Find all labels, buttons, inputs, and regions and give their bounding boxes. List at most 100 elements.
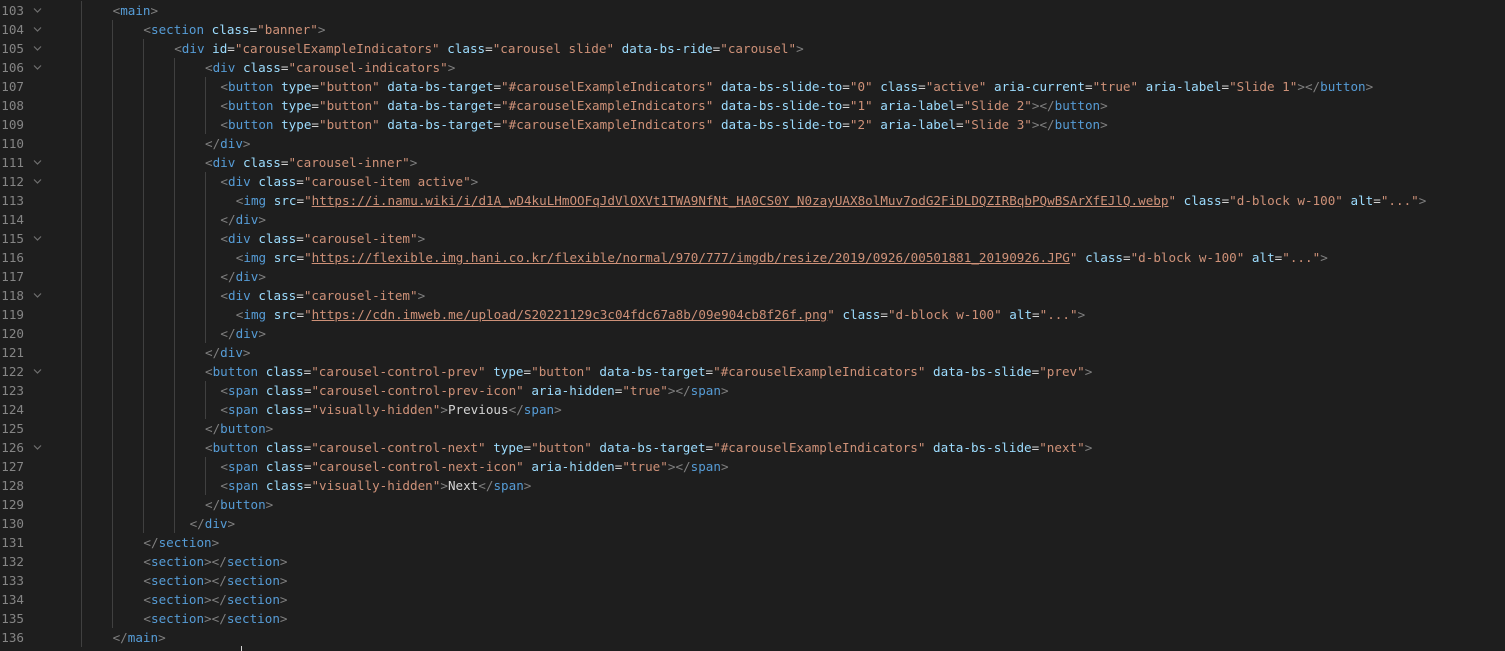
code-text[interactable]: <section></section> [143,571,287,590]
fold-chevron-down-icon[interactable] [33,367,42,375]
code-text[interactable]: </div> [220,210,266,229]
code-text[interactable]: <button class = "carousel-control-prev" ty… [205,362,1092,381]
code-text[interactable]: <img src="https://i.namu.wiki/i/d1A_wD4k… [236,191,1427,210]
code-text[interactable]: <img src="https://flexible.img.hani.co.k… [236,248,1328,267]
code-token: > [227,516,236,531]
code-text[interactable]: <div id="carouselExampleIndicators" clas… [174,39,803,58]
code-line[interactable]: 115 <div class="carousel-item"> [0,229,1505,248]
code-line[interactable]: 125 </button> [0,419,1505,438]
code-token: data-bs-target [599,364,706,379]
code-token: class [258,288,297,303]
code-text[interactable]: </section> [143,533,219,552]
code-text[interactable]: </div> [205,134,251,153]
fold-chevron-down-icon[interactable] [33,158,42,166]
code-line[interactable]: 134 <section></section> [0,590,1505,609]
code-text[interactable]: </button> [205,495,273,514]
code-line[interactable]: 126 <button class = "carousel-control-next"… [0,438,1505,457]
fold-chevron-down-icon[interactable] [33,177,42,185]
fold-chevron-down-icon[interactable] [33,44,42,52]
code-line[interactable]: 120 </div> [0,324,1505,343]
code-line[interactable]: 130 </div> [0,514,1505,533]
code-token: div [212,60,236,75]
code-text[interactable]: <section></section> [143,590,287,609]
code-line[interactable]: 119 <img src="https://cdn.imweb.me/upload… [0,305,1505,324]
code-line[interactable]: 111 <div class="carousel-inner"> [0,153,1505,172]
code-line[interactable]: 114 </div> [0,210,1505,229]
code-text[interactable]: <div class="carousel-inner"> [205,153,417,172]
code-line[interactable]: 104 <section class="banner"> [0,20,1505,39]
code-text[interactable]: <section></section> [143,609,287,628]
code-line[interactable]: 110 </div> [0,134,1505,153]
code-token: "carousel-control-prev" [311,364,486,379]
code-token: button [227,79,274,94]
code-line[interactable]: 129 </button> [0,495,1505,514]
code-line[interactable]: 136 </main> [0,628,1505,647]
code-text[interactable]: <span class="carousel-control-next-icon"… [220,457,728,476]
code-token: "button" [319,117,380,132]
fold-chevron-down-icon[interactable] [33,291,42,299]
code-line[interactable]: 132 <section></section> [0,552,1505,571]
line-number: 109 [1,117,24,132]
fold-chevron-down-icon[interactable] [33,6,42,14]
code-text[interactable]: <section></section> [143,552,287,571]
code-text[interactable]: </div> [190,514,236,533]
line-number: 111 [1,155,24,170]
code-text[interactable]: <span class="visually-hidden">Next</span… [220,476,531,495]
code-line[interactable]: 118 <div class="carousel-item"> [0,286,1505,305]
fold-chevron-down-icon[interactable] [33,443,42,451]
fold-chevron-down-icon[interactable] [33,63,42,71]
code-text[interactable]: </div> [220,267,266,286]
line-number: 104 [1,22,24,37]
code-line[interactable]: 128 <span class="visually-hidden">Next</s… [0,476,1505,495]
code-token: = [842,79,850,94]
code-line[interactable]: 124 <span class="visually-hidden">Previou… [0,400,1505,419]
code-text[interactable]: <span class="carousel-control-prev-icon"… [220,381,728,400]
code-text[interactable]: <div class="carousel-item"> [220,229,425,248]
code-token: span [690,459,721,474]
code-line[interactable]: 113 <img src="https://i.namu.wiki/i/d1A_w… [0,191,1505,210]
code-token: "carousel" [720,41,797,56]
line-number: 127 [1,459,24,474]
code-text[interactable]: </main> [113,628,166,647]
code-text[interactable]: <button type="button" data-bs-target="#c… [220,115,1107,134]
code-token: src [273,250,297,265]
code-line[interactable]: 106 <div class="carousel-indicators"> [0,58,1505,77]
code-text[interactable]: <section class="banner"> [143,20,325,39]
code-line[interactable]: 103 <main> [0,1,1505,20]
code-text[interactable]: <img src="https://cdn.imweb.me/upload/S2… [236,305,1085,324]
code-line[interactable]: 116 <img src="https://flexible.img.hani.c… [0,248,1505,267]
code-token: img [243,250,267,265]
code-token: button [220,421,266,436]
code-token: > [279,611,288,626]
line-number: 130 [1,516,24,531]
code-text[interactable]: </div> [220,324,266,343]
code-line[interactable]: 121 </div> [0,343,1505,362]
code-text[interactable]: <div class="carousel-indicators"> [205,58,455,77]
code-line[interactable]: 123 <span class="carousel-control-prev-ic… [0,381,1505,400]
code-text[interactable]: <span class="visually-hidden">Previous</… [220,400,561,419]
code-line[interactable]: 107 <button type="button" data-bs-target=… [0,77,1505,96]
code-line[interactable]: 112 <div class="carousel-item active"> [0,172,1505,191]
code-line[interactable]: 108 <button type="button" data-bs-target=… [0,96,1505,115]
fold-chevron-down-icon[interactable] [33,234,42,242]
code-line[interactable]: 117 </div> [0,267,1505,286]
code-text[interactable]: <main> [113,1,159,20]
code-text[interactable]: <button class = "carousel-control-next" ty… [205,438,1092,457]
code-token: "carousel-control-next-icon" [311,459,524,474]
code-line[interactable]: 109 <button type="button" data-bs-target=… [0,115,1505,134]
code-line[interactable]: 122 <button class = "carousel-control-prev"… [0,362,1505,381]
code-line[interactable]: 127 <span class="carousel-control-next-ic… [0,457,1505,476]
code-line[interactable]: 105 <div id="carouselExampleIndicators" c… [0,39,1505,58]
code-line[interactable]: 131 </section> [0,533,1505,552]
code-text[interactable]: </button> [205,419,273,438]
code-text[interactable]: <button type="button" data-bs-target="#c… [220,77,1373,96]
code-line[interactable]: 135 <section></section> [0,609,1505,628]
code-text[interactable]: <div class="carousel-item active"> [220,172,478,191]
code-text[interactable]: <button type="button" data-bs-target="#c… [220,96,1107,115]
code-editor[interactable]: 103 <main> 104 <section class="banner"> 105 <… [0,0,1505,651]
code-text[interactable]: <div class="carousel-item"> [220,286,425,305]
code-line[interactable]: 133 <section></section> [0,571,1505,590]
fold-chevron-down-icon[interactable] [33,25,42,33]
code-text[interactable]: </div> [205,343,251,362]
